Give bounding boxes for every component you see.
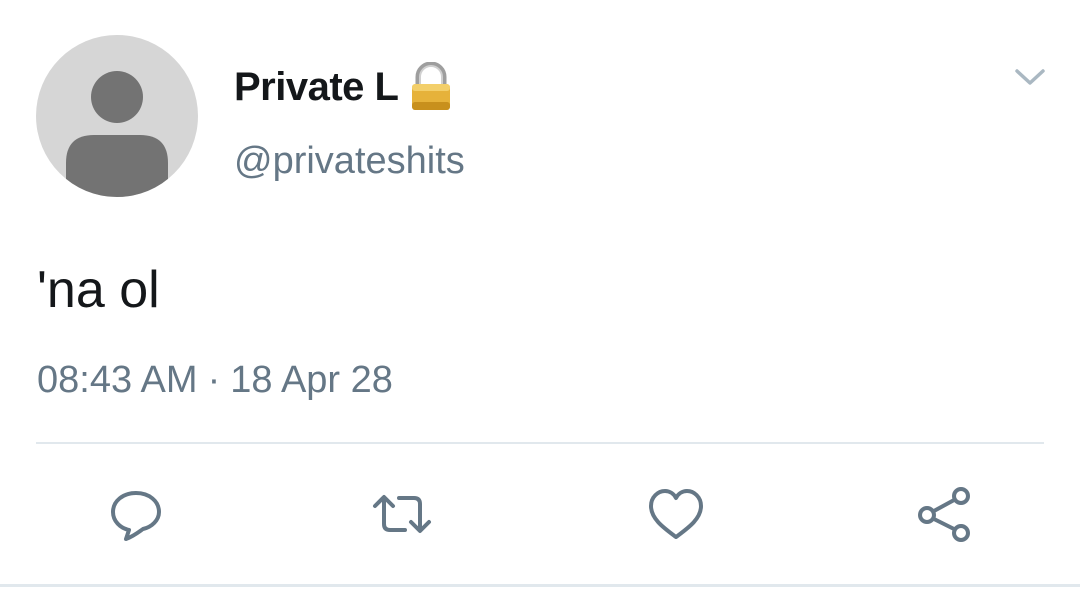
tweet-time: 08:43 AM: [37, 359, 198, 401]
tweet-date: 18 Apr 28: [230, 359, 393, 401]
reply-button[interactable]: [106, 484, 166, 544]
retweet-icon: [373, 495, 431, 533]
divider: [36, 442, 1044, 444]
display-name-text[interactable]: Private L: [234, 63, 399, 111]
timestamp-separator: ·: [207, 359, 221, 401]
share-icon: [918, 487, 970, 542]
retweet-button[interactable]: [372, 484, 432, 544]
display-name[interactable]: Private L: [234, 62, 454, 112]
chevron-down-icon[interactable]: [1012, 62, 1048, 92]
bottom-divider: [0, 584, 1080, 587]
reply-icon: [111, 491, 161, 541]
lock-icon: [408, 62, 454, 112]
heart-icon: [649, 489, 703, 539]
default-avatar-icon: [66, 71, 168, 197]
like-button[interactable]: [646, 484, 706, 544]
tweet-timestamp: 08:43 AM · 18 Apr 28: [37, 356, 393, 404]
user-handle[interactable]: @privateshits: [234, 138, 465, 184]
share-button[interactable]: [914, 484, 974, 544]
tweet-text: 'na ol: [37, 261, 160, 319]
avatar[interactable]: [36, 35, 198, 197]
